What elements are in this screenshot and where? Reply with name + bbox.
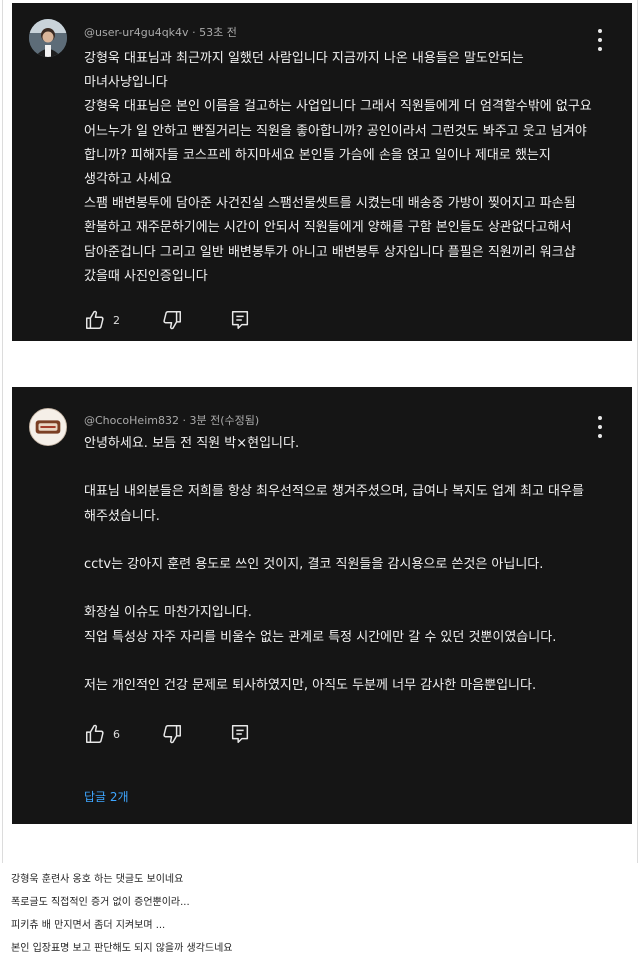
like-count: 6 [113, 727, 120, 741]
like-count: 2 [113, 313, 120, 327]
author-name[interactable]: @user-ur4gu4qk4v [84, 26, 189, 39]
comment-card: @user-ur4gu4qk4v · 53초 전 강형욱 대표님과 최근까지 일… [12, 3, 632, 341]
caption-block: 강형욱 훈련사 옹호 하는 댓글도 보이네요 폭로글도 직접적인 증거 없이 증… [11, 872, 232, 963]
thumbs-down-icon [163, 311, 181, 330]
caption-line: 폭로글도 직접적인 증거 없이 증언뿐이라... [11, 897, 190, 908]
choco-logo-icon [30, 409, 66, 445]
like-button[interactable]: 2 [84, 309, 161, 331]
reply-button[interactable] [229, 309, 251, 331]
like-button[interactable]: 6 [84, 723, 161, 745]
comment-time[interactable]: 3분 전(수정됨) [189, 414, 259, 427]
dislike-button[interactable] [161, 723, 183, 745]
view-replies-link[interactable]: 답글 2개 [84, 788, 129, 805]
comment-actions: 6 [84, 723, 251, 745]
caption-line: 피키츄 배 만지면서 좀더 지켜보며 ... [11, 920, 166, 931]
comment-card: @ChocoHeim832 · 3분 전(수정됨) 안녕하세요. 보듬 전 직원… [12, 387, 632, 824]
reply-icon [231, 311, 249, 329]
comment-meta: @ChocoHeim832 · 3분 전(수정됨) [84, 414, 260, 427]
comment-text: 강형욱 대표님과 최근까지 일했던 사람입니다 지금까지 나온 내용들은 말도안… [84, 51, 592, 284]
caption-line: 본인 입장표명 보고 판단해도 되지 않을까 생각드네요 [11, 943, 233, 954]
reply-icon [231, 725, 249, 743]
dislike-button[interactable] [161, 309, 183, 331]
user-photo-icon [29, 19, 67, 57]
comment-text: 안녕하세요. 보듬 전 직원 박×현입니다. 대표님 내외분들은 저희를 항상 … [84, 436, 584, 694]
thumbs-up-icon [86, 724, 104, 743]
reply-button[interactable] [229, 723, 251, 745]
comment-meta: @user-ur4gu4qk4v · 53초 전 [84, 26, 237, 39]
avatar[interactable] [29, 408, 67, 446]
caption-line: 강형욱 훈련사 옹호 하는 댓글도 보이네요 [11, 874, 184, 885]
comment-actions: 2 [84, 309, 251, 331]
comment-time[interactable]: 53초 전 [199, 26, 237, 39]
avatar[interactable] [29, 19, 67, 57]
thumbs-down-icon [163, 725, 181, 744]
thumbs-up-icon [86, 310, 104, 329]
author-name[interactable]: @ChocoHeim832 [84, 414, 179, 427]
